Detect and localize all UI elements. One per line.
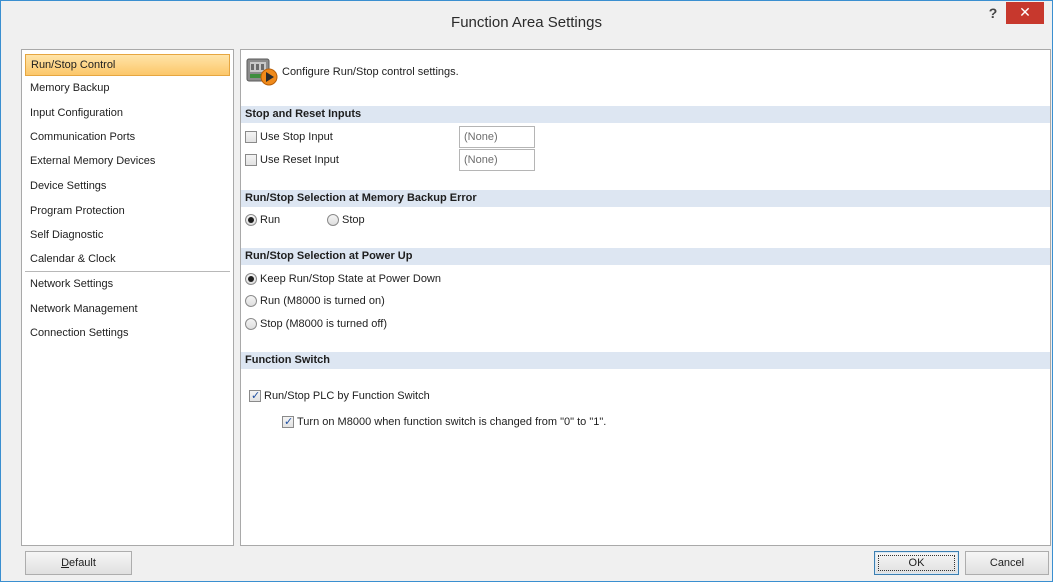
section-power-up: Run/Stop Selection at Power Up [241, 248, 1050, 265]
nav-item-communication-ports[interactable]: Communication Ports [25, 126, 230, 148]
power-up-run-radio[interactable] [245, 295, 257, 307]
settings-nav-list: Run/Stop Control Memory Backup Input Con… [21, 49, 234, 546]
backup-error-run-option[interactable]: Run [245, 212, 280, 228]
settings-panel: Configure Run/Stop control settings. Sto… [240, 49, 1051, 546]
focus-rectangle [878, 555, 955, 571]
nav-item-input-configuration[interactable]: Input Configuration [25, 102, 230, 124]
power-up-keep-radio[interactable] [245, 273, 257, 285]
ok-button[interactable]: OK [874, 551, 959, 575]
nav-item-self-diagnostic[interactable]: Self Diagnostic [25, 224, 230, 246]
backup-error-run-label: Run [260, 214, 281, 226]
nav-item-program-protection[interactable]: Program Protection [25, 200, 230, 222]
power-up-keep-option[interactable]: Keep Run/Stop State at Power Down [245, 271, 441, 287]
use-reset-input-label: Use Reset Input [260, 154, 339, 166]
nav-item-device-settings[interactable]: Device Settings [25, 175, 230, 197]
dialog-window: Function Area Settings ? ✕ Run/Stop Cont… [0, 0, 1053, 582]
help-button[interactable]: ? [980, 4, 1006, 24]
run-stop-by-switch-label: Run/Stop PLC by Function Switch [264, 390, 430, 402]
backup-error-stop-label: Stop [342, 214, 365, 226]
section-stop-reset-inputs: Stop and Reset Inputs [241, 106, 1050, 123]
reset-input-field[interactable]: (None) [459, 149, 535, 171]
power-up-run-label: Run (M8000 is turned on) [260, 295, 385, 307]
use-stop-input-checkbox[interactable] [245, 131, 257, 143]
power-up-keep-label: Keep Run/Stop State at Power Down [260, 273, 441, 285]
run-stop-by-switch-checkbox[interactable] [249, 388, 261, 404]
use-stop-input-row[interactable]: Use Stop Input [245, 129, 333, 145]
power-up-run-option[interactable]: Run (M8000 is turned on) [245, 293, 385, 309]
nav-item-network-management[interactable]: Network Management [25, 298, 230, 320]
run-stop-by-switch-row[interactable]: Run/Stop PLC by Function Switch [249, 388, 430, 404]
turn-on-m8000-label: Turn on M8000 when function switch is ch… [297, 416, 607, 428]
stop-input-field[interactable]: (None) [459, 126, 535, 148]
section-memory-backup-error: Run/Stop Selection at Memory Backup Erro… [241, 190, 1050, 207]
turn-on-m8000-checkbox[interactable] [282, 414, 294, 430]
use-reset-input-checkbox[interactable] [245, 154, 257, 166]
nav-item-run-stop-control[interactable]: Run/Stop Control [25, 54, 230, 76]
backup-error-stop-option[interactable]: Stop [327, 212, 365, 228]
nav-item-network-settings[interactable]: Network Settings [25, 273, 230, 295]
panel-description: Configure Run/Stop control settings. [282, 66, 459, 78]
power-up-stop-radio[interactable] [245, 318, 257, 330]
dialog-title: Function Area Settings [451, 14, 602, 31]
nav-item-connection-settings[interactable]: Connection Settings [25, 322, 230, 344]
power-up-stop-label: Stop (M8000 is turned off) [260, 318, 387, 330]
plc-run-stop-icon [246, 58, 278, 86]
close-button[interactable]: ✕ [1006, 2, 1044, 24]
section-function-switch: Function Switch [241, 352, 1050, 369]
nav-item-memory-backup[interactable]: Memory Backup [25, 77, 230, 99]
title-bar[interactable]: Function Area Settings ? ✕ [1, 1, 1052, 43]
backup-error-run-radio[interactable] [245, 214, 257, 226]
turn-on-m8000-row[interactable]: Turn on M8000 when function switch is ch… [282, 414, 606, 430]
use-reset-input-row[interactable]: Use Reset Input [245, 152, 339, 168]
default-button[interactable]: Default [25, 551, 132, 575]
nav-divider [25, 271, 230, 272]
nav-item-external-memory-devices[interactable]: External Memory Devices [25, 150, 230, 172]
cancel-button[interactable]: Cancel [965, 551, 1049, 575]
power-up-stop-option[interactable]: Stop (M8000 is turned off) [245, 316, 387, 332]
backup-error-stop-radio[interactable] [327, 214, 339, 226]
use-stop-input-label: Use Stop Input [260, 131, 333, 143]
nav-item-calendar-clock[interactable]: Calendar & Clock [25, 248, 230, 270]
